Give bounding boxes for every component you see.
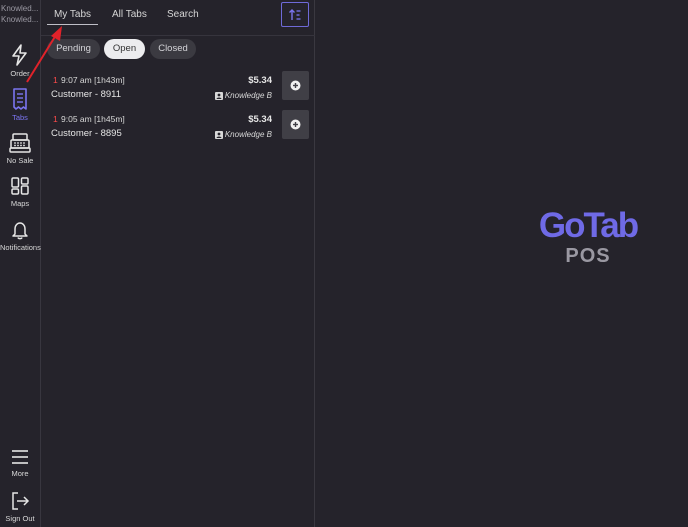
tab-time: 9:07 am [1h43m] <box>61 75 125 85</box>
nav-order[interactable]: Order <box>0 44 40 78</box>
item-count: 1 <box>53 114 58 124</box>
nav-notifications[interactable]: Notifications <box>0 220 41 252</box>
tab-amount: $5.34 <box>248 114 272 125</box>
user-badge-icon <box>214 130 223 139</box>
left-nav-sidebar: Knowled... Knowled... Order Tabs No Sale <box>0 0 41 527</box>
tabs-panel: My Tabs All Tabs Search Pending Open Clo… <box>41 0 315 527</box>
server-name: Knowledge B <box>214 91 272 100</box>
sign-out-icon <box>12 492 30 510</box>
nav-no-sale-label: No Sale <box>6 156 34 165</box>
tabs-header: My Tabs All Tabs Search <box>41 0 315 36</box>
nav-notifications-label: Notifications <box>0 243 41 252</box>
customer-name: Customer - 8895 <box>51 128 122 139</box>
server-name-text: Knowledge B <box>224 130 272 139</box>
nav-sign-out-label: Sign Out <box>5 514 35 523</box>
user-badge-icon <box>214 91 223 100</box>
tab-row[interactable]: 1 9:07 am [1h43m] Customer - 8911 $5.34 … <box>41 71 315 109</box>
nav-no-sale[interactable]: No Sale <box>0 133 40 165</box>
tab-time: 9:05 am [1h45m] <box>61 114 125 124</box>
cash-register-icon <box>9 133 31 153</box>
nav-tabs-label: Tabs <box>12 113 28 122</box>
server-name: Knowledge B <box>214 130 272 139</box>
plus-circle-icon <box>290 80 301 91</box>
tab-amount: $5.34 <box>248 75 272 86</box>
user-name-line: Knowled... <box>1 4 39 13</box>
gotab-logo: GoTab POS <box>538 206 639 268</box>
tab-my-tabs[interactable]: My Tabs <box>47 9 98 25</box>
sort-button[interactable] <box>281 2 309 27</box>
nav-tabs[interactable]: Tabs <box>0 88 40 122</box>
filter-closed[interactable]: Closed <box>150 39 196 59</box>
customer-name: Customer - 8911 <box>51 89 122 100</box>
server-name-text: Knowledge B <box>224 91 272 100</box>
nav-maps[interactable]: Maps <box>0 176 40 208</box>
tab-search[interactable]: Search <box>167 9 199 25</box>
logo-subtitle: POS <box>565 245 611 267</box>
grid-layout-icon <box>11 177 29 195</box>
nav-more-label: More <box>11 469 29 478</box>
item-count: 1 <box>53 75 58 85</box>
filter-open[interactable]: Open <box>104 39 145 59</box>
sort-icon <box>289 8 301 20</box>
user-info: Knowled... Knowled... <box>1 3 39 25</box>
bell-icon <box>12 222 28 240</box>
nav-order-label: Order <box>10 69 30 78</box>
plus-circle-icon <box>290 119 301 130</box>
hamburger-menu-icon <box>12 450 28 464</box>
receipt-icon <box>13 88 27 110</box>
nav-sign-out[interactable]: Sign Out <box>0 491 40 523</box>
add-item-button[interactable] <box>282 71 309 100</box>
nav-maps-label: Maps <box>10 199 30 208</box>
logo-wordmark: GoTab <box>538 206 639 245</box>
tab-all-tabs[interactable]: All Tabs <box>112 9 147 25</box>
user-location-line: Knowled... <box>1 15 39 24</box>
nav-more[interactable]: More <box>0 448 40 478</box>
tab-row[interactable]: 1 9:05 am [1h45m] Customer - 8895 $5.34 … <box>41 110 315 148</box>
filter-pending[interactable]: Pending <box>47 39 100 59</box>
lightning-icon <box>12 44 27 66</box>
add-item-button[interactable] <box>282 110 309 139</box>
